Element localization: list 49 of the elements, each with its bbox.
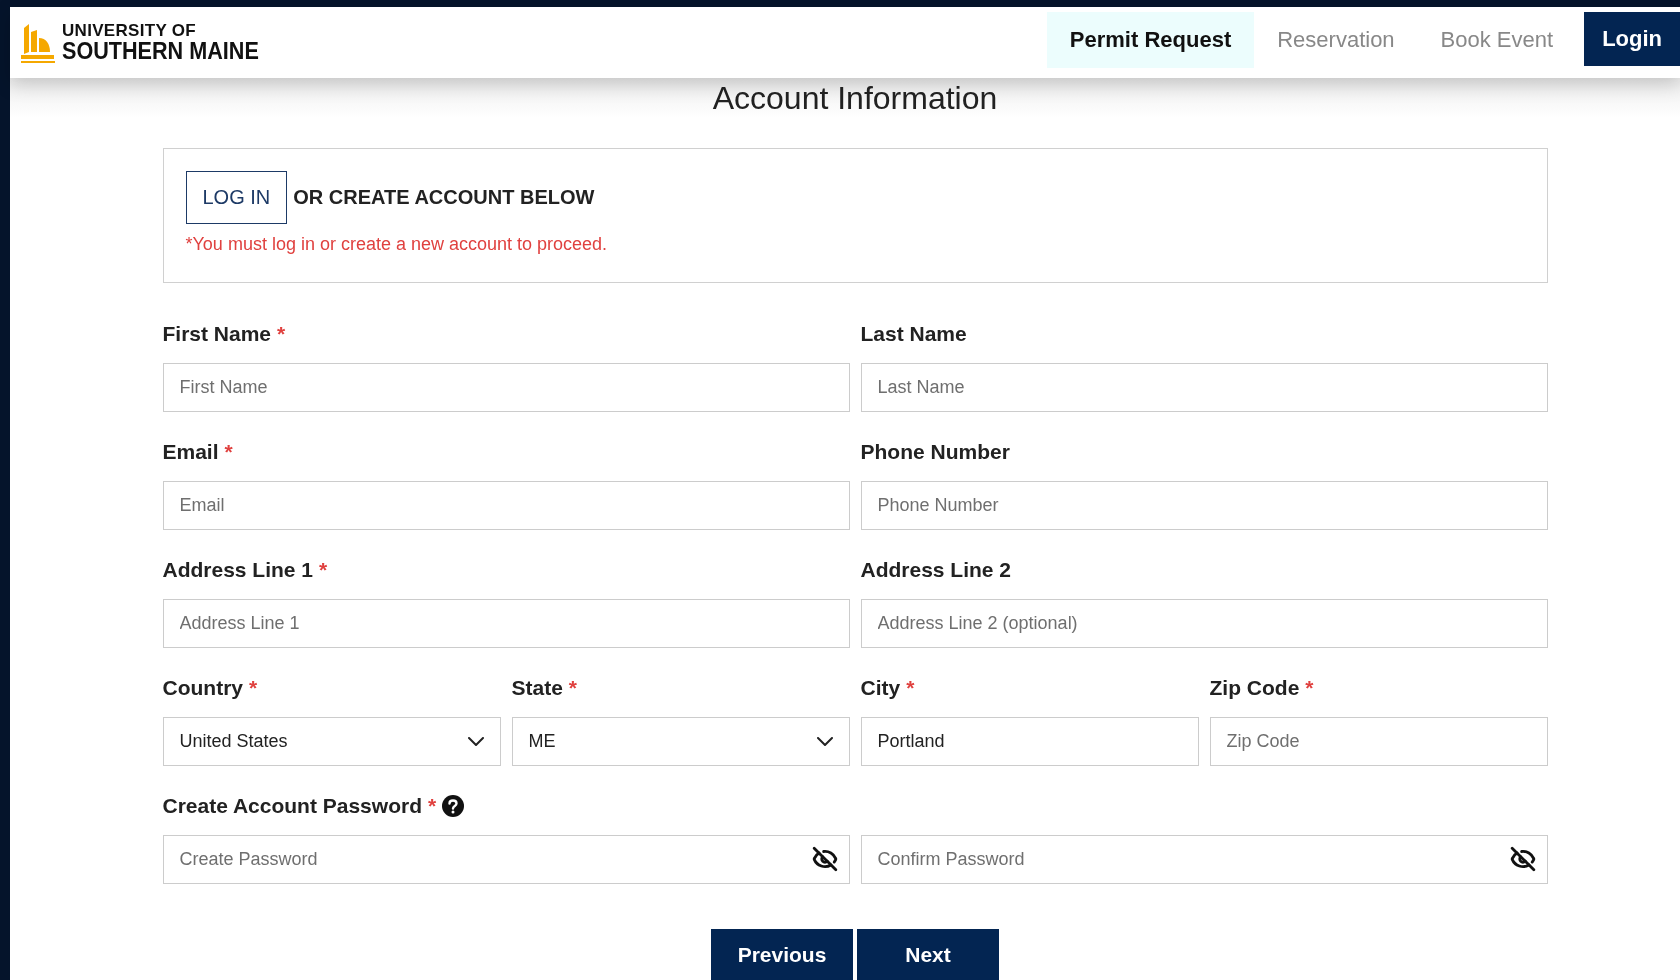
input-field[interactable]: Zip Code xyxy=(1209,717,1548,766)
input-field[interactable]: Last Name xyxy=(860,363,1548,412)
select-field[interactable]: United States xyxy=(162,717,501,766)
logo-text: UNIVERSITY OF xyxy=(62,22,197,39)
chevron-down-icon xyxy=(816,737,833,746)
required-mark: * xyxy=(277,322,286,346)
nav-tab[interactable]: Permit Request xyxy=(1046,12,1255,68)
input-field[interactable]: Address Line 1 xyxy=(162,599,850,648)
create-account-text: OR CREATE ACCOUNT BELOW xyxy=(293,186,595,209)
field-label: Email xyxy=(162,440,219,464)
required-mark: * xyxy=(319,558,328,582)
login-button[interactable]: Login xyxy=(1584,12,1680,66)
select-field[interactable]: ME xyxy=(511,717,850,766)
help-icon[interactable] xyxy=(442,795,465,817)
required-mark: * xyxy=(249,676,258,700)
page-title: Account Information xyxy=(711,80,999,116)
input-field[interactable]: Address Line 2 (optional) xyxy=(860,599,1548,648)
field-label: Zip Code xyxy=(1209,676,1300,700)
nav-tab[interactable]: Reservation xyxy=(1254,12,1418,68)
field-label: Create Account Password xyxy=(162,794,422,818)
field-label: Last Name xyxy=(860,322,967,346)
field-label: Address Line 1 xyxy=(162,558,314,582)
logo-icon xyxy=(20,21,56,64)
input-field[interactable]: Portland xyxy=(860,717,1199,766)
chevron-down-icon xyxy=(467,737,484,746)
input-field[interactable]: Email xyxy=(162,481,850,530)
step-button[interactable]: Next xyxy=(857,929,999,980)
required-mark: * xyxy=(568,676,578,700)
input-field[interactable]: First Name xyxy=(162,363,850,412)
required-mark: * xyxy=(427,794,437,818)
logo-text: SOUTHERN MAINE xyxy=(62,39,259,63)
field-label: Phone Number xyxy=(860,440,1010,464)
password-field[interactable]: Create Password xyxy=(162,835,850,884)
required-mark: * xyxy=(224,440,233,464)
field-label: Address Line 2 xyxy=(860,558,1012,582)
warning-text: *You must log in or create a new account to proceed. xyxy=(185,234,609,255)
field-label: State xyxy=(511,676,563,700)
input-field[interactable]: Phone Number xyxy=(860,481,1548,530)
log-in-button[interactable]: LOG IN xyxy=(185,171,288,224)
nav-tab[interactable]: Book Event xyxy=(1417,12,1577,68)
eye-off-icon[interactable] xyxy=(811,846,838,872)
required-mark: * xyxy=(906,676,915,700)
eye-off-icon[interactable] xyxy=(1509,846,1536,872)
password-field[interactable]: Confirm Password xyxy=(860,835,1548,884)
step-button[interactable]: Previous xyxy=(711,929,853,980)
field-label: First Name xyxy=(162,322,272,346)
field-label: City xyxy=(860,676,901,700)
field-label: Country xyxy=(162,676,243,700)
required-mark: * xyxy=(1305,676,1314,700)
